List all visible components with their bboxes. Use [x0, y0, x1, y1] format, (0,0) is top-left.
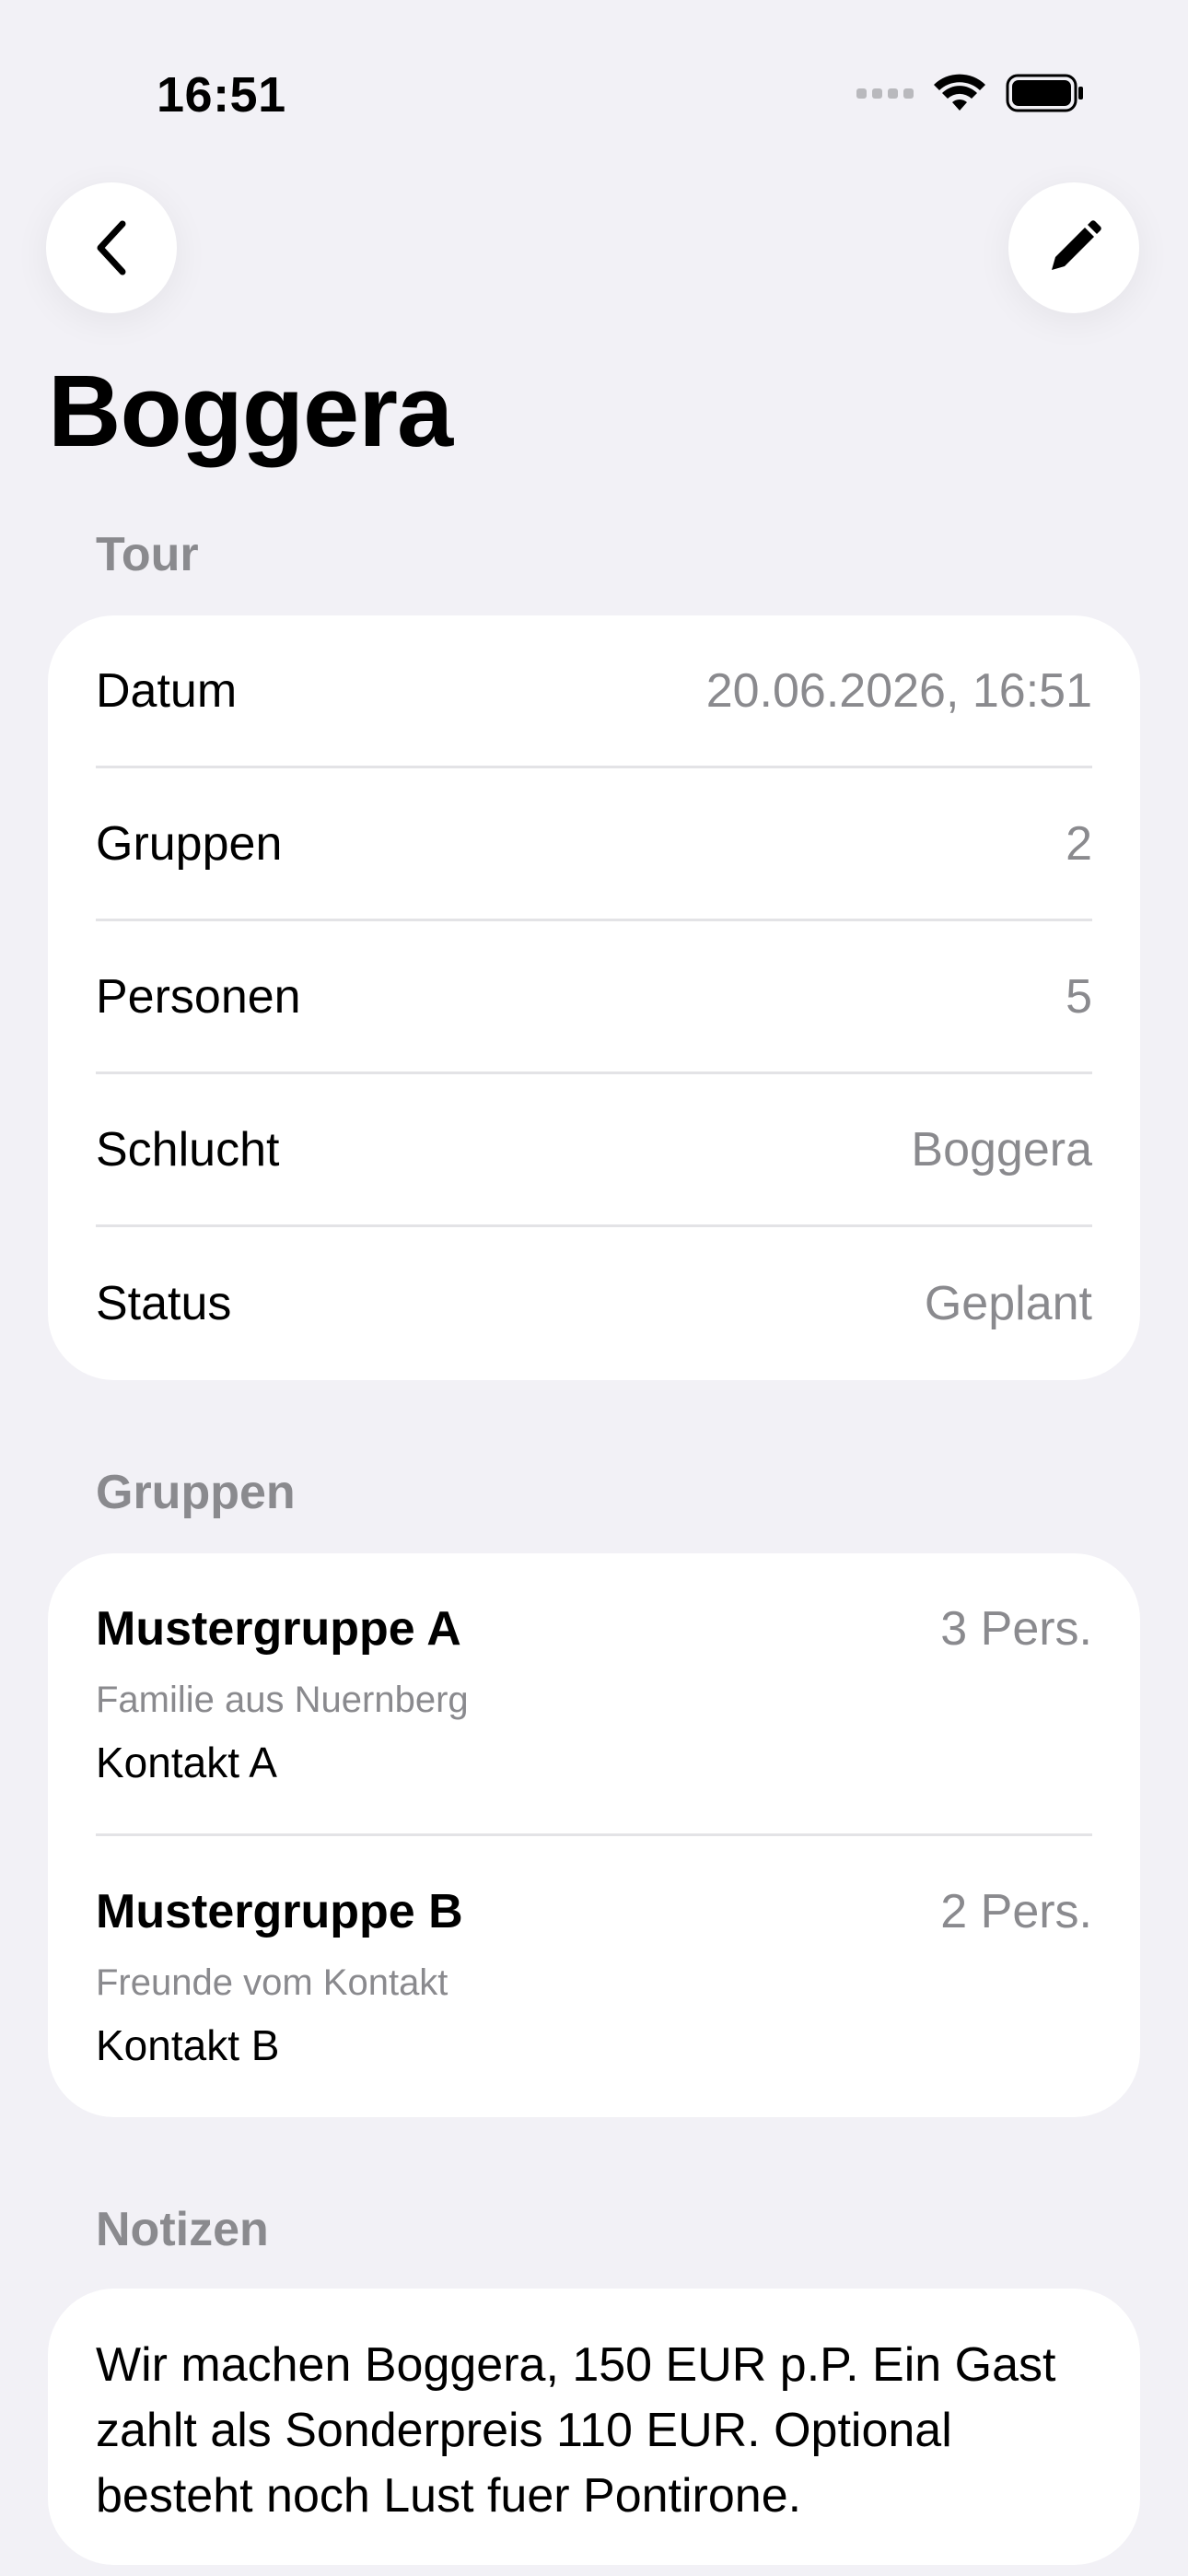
group-name: Mustergruppe B: [96, 1885, 463, 1938]
tour-row-status: Status Geplant: [96, 1227, 1092, 1380]
pencil-icon: [1052, 220, 1101, 270]
row-value: Boggera: [911, 1122, 1092, 1177]
row-value: Geplant: [924, 1277, 1092, 1330]
group-contact: Kontakt B: [96, 2021, 280, 2069]
row-label: Gruppen: [96, 816, 283, 871]
battery-icon: [1006, 74, 1083, 112]
row-label: Status: [96, 1277, 232, 1330]
group-description: Familie aus Nuernberg: [96, 1680, 469, 1720]
row-value: 2: [1066, 816, 1092, 871]
tour-row-persons: Personen 5: [96, 921, 1092, 1074]
group-persons: 2 Pers.: [940, 1885, 1092, 1938]
tour-card: Datum 20.06.2026, 16:51 Gruppen 2 Person…: [48, 615, 1140, 1380]
edit-button[interactable]: [1008, 182, 1139, 313]
section-header-notes: Notizen: [96, 2203, 269, 2256]
groups-card: Mustergruppe A 3 Pers. Familie aus Nuern…: [48, 1553, 1140, 2117]
cellular-signal-icon: [856, 88, 914, 99]
section-header-tour: Tour: [96, 528, 199, 581]
group-description: Freunde vom Kontakt: [96, 1962, 448, 2003]
page-title: Boggera: [48, 355, 453, 468]
group-persons: 3 Pers.: [940, 1602, 1092, 1656]
row-label: Personen: [96, 969, 301, 1024]
notes-text: Wir machen Boggera, 150 EUR p.P. Ein Gas…: [96, 2338, 1056, 2523]
tour-row-date: Datum 20.06.2026, 16:51: [96, 615, 1092, 768]
tour-row-gorge: Schlucht Boggera: [96, 1074, 1092, 1227]
row-label: Datum: [96, 663, 238, 718]
group-name: Mustergruppe A: [96, 1602, 461, 1656]
status-icons: [856, 74, 1085, 112]
tour-row-groups: Gruppen 2: [96, 768, 1092, 921]
group-row[interactable]: Mustergruppe A 3 Pers. Familie aus Nuern…: [96, 1553, 1092, 1836]
group-contact: Kontakt A: [96, 1739, 277, 1786]
section-header-groups: Gruppen: [96, 1466, 296, 1519]
wifi-icon: [934, 74, 985, 111]
status-time: 16:51: [157, 67, 286, 123]
back-button[interactable]: [46, 182, 177, 313]
row-label: Schlucht: [96, 1122, 280, 1177]
status-bar: 16:51: [0, 0, 1188, 184]
notes-card: Wir machen Boggera, 150 EUR p.P. Ein Gas…: [48, 2289, 1140, 2565]
chevron-left-icon: [97, 220, 126, 275]
group-row[interactable]: Mustergruppe B 2 Pers. Freunde vom Konta…: [96, 1836, 1092, 2119]
row-value: 20.06.2026, 16:51: [705, 663, 1092, 718]
row-value: 5: [1066, 969, 1092, 1024]
